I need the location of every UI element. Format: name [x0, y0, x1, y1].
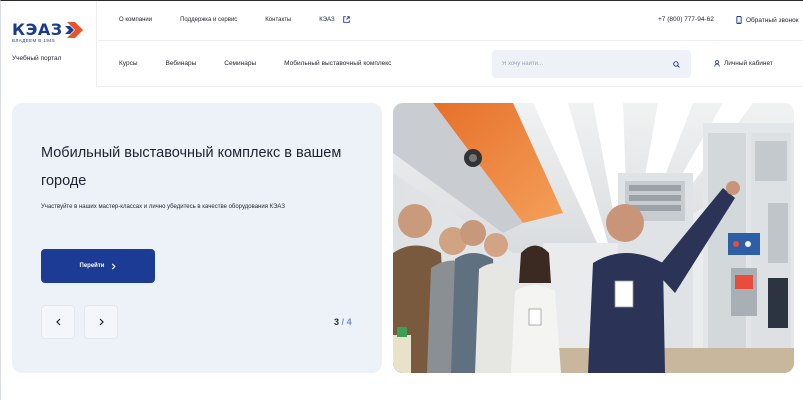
logo-wordmark: КЭАЗ: [12, 20, 63, 39]
next-slide-button[interactable]: [84, 305, 118, 339]
chevron-right-icon: [99, 318, 104, 326]
prev-slide-button[interactable]: [41, 305, 75, 339]
top-nav: О компании Поддержка и сервис Контакты К…: [119, 16, 378, 23]
account-link[interactable]: Личный кабинет: [714, 60, 773, 67]
logo[interactable]: КЭАЗ ВЛАДЕЕМ В 1945: [12, 20, 85, 43]
page: КЭАЗ ВЛАДЕЕМ В 1945 Учебный портал О ком…: [0, 0, 803, 400]
logo-chevron-icon: [64, 22, 83, 38]
search-button[interactable]: [671, 59, 681, 69]
logo-column: КЭАЗ ВЛАДЕЕМ В 1945 Учебный портал: [1, 1, 97, 87]
top-nav-contacts[interactable]: Контакты: [265, 17, 291, 23]
slide-total: 4: [346, 317, 352, 327]
logo-tagline: ВЛАДЕЕМ В 1945: [12, 38, 55, 43]
hero-title: Мобильный выставочный комплекс в вашем г…: [41, 145, 342, 189]
top-nav-contacts-label: Контакты: [265, 16, 292, 23]
chevron-left-icon: [55, 318, 60, 326]
phone-icon: [736, 16, 742, 24]
search-icon: [672, 60, 680, 68]
top-nav-support[interactable]: Поддержка и сервис: [180, 17, 237, 23]
top-bar: О компании Поддержка и сервис Контакты К…: [98, 1, 803, 41]
slide-counter: 3 / 4: [334, 317, 352, 327]
hero-photo: [393, 103, 794, 373]
top-nav-keaz-label: КЭАЗ: [319, 16, 335, 23]
slide-separator: /: [341, 317, 345, 327]
user-icon: [714, 60, 720, 67]
search-box: [492, 50, 691, 78]
chevron-right-icon: [112, 262, 117, 270]
slide-current: 3: [334, 317, 340, 327]
hero-description: Участвуйте в наших мастер-классах и личн…: [41, 204, 285, 210]
top-nav-about[interactable]: О компании: [119, 17, 152, 23]
search-input[interactable]: [502, 58, 662, 70]
external-link-icon: [342, 16, 350, 23]
top-nav-about-label: О компании: [119, 16, 153, 23]
hero-photo-illustration: [393, 103, 794, 373]
nav-seminars[interactable]: Семинары: [224, 60, 256, 67]
top-nav-support-label: Поддержка и сервис: [180, 16, 238, 23]
nav-mobile-complex[interactable]: Мобильный выставочный комплекс: [284, 60, 391, 67]
nav-webinars[interactable]: Вебинары: [166, 60, 197, 67]
hero-card: Мобильный выставочный комплекс в вашем г…: [12, 103, 382, 373]
main-bar: Курсы Вебинары Семинары Мобильный выстав…: [98, 42, 803, 87]
account-label: Личный кабинет: [724, 60, 773, 67]
go-button-label: Перейти: [79, 263, 105, 269]
callback-button[interactable]: Обратный звонок: [736, 16, 799, 24]
top-nav-keaz[interactable]: КЭАЗ: [319, 16, 350, 23]
phone-link[interactable]: +7 (800) 777-94-62: [658, 16, 714, 23]
nav-courses[interactable]: Курсы: [119, 60, 138, 67]
main-nav: Курсы Вебинары Семинары Мобильный выстав…: [119, 60, 419, 67]
portal-label: Учебный портал: [12, 55, 62, 62]
callback-label: Обратный звонок: [746, 16, 799, 24]
go-button[interactable]: Перейти: [41, 249, 155, 283]
